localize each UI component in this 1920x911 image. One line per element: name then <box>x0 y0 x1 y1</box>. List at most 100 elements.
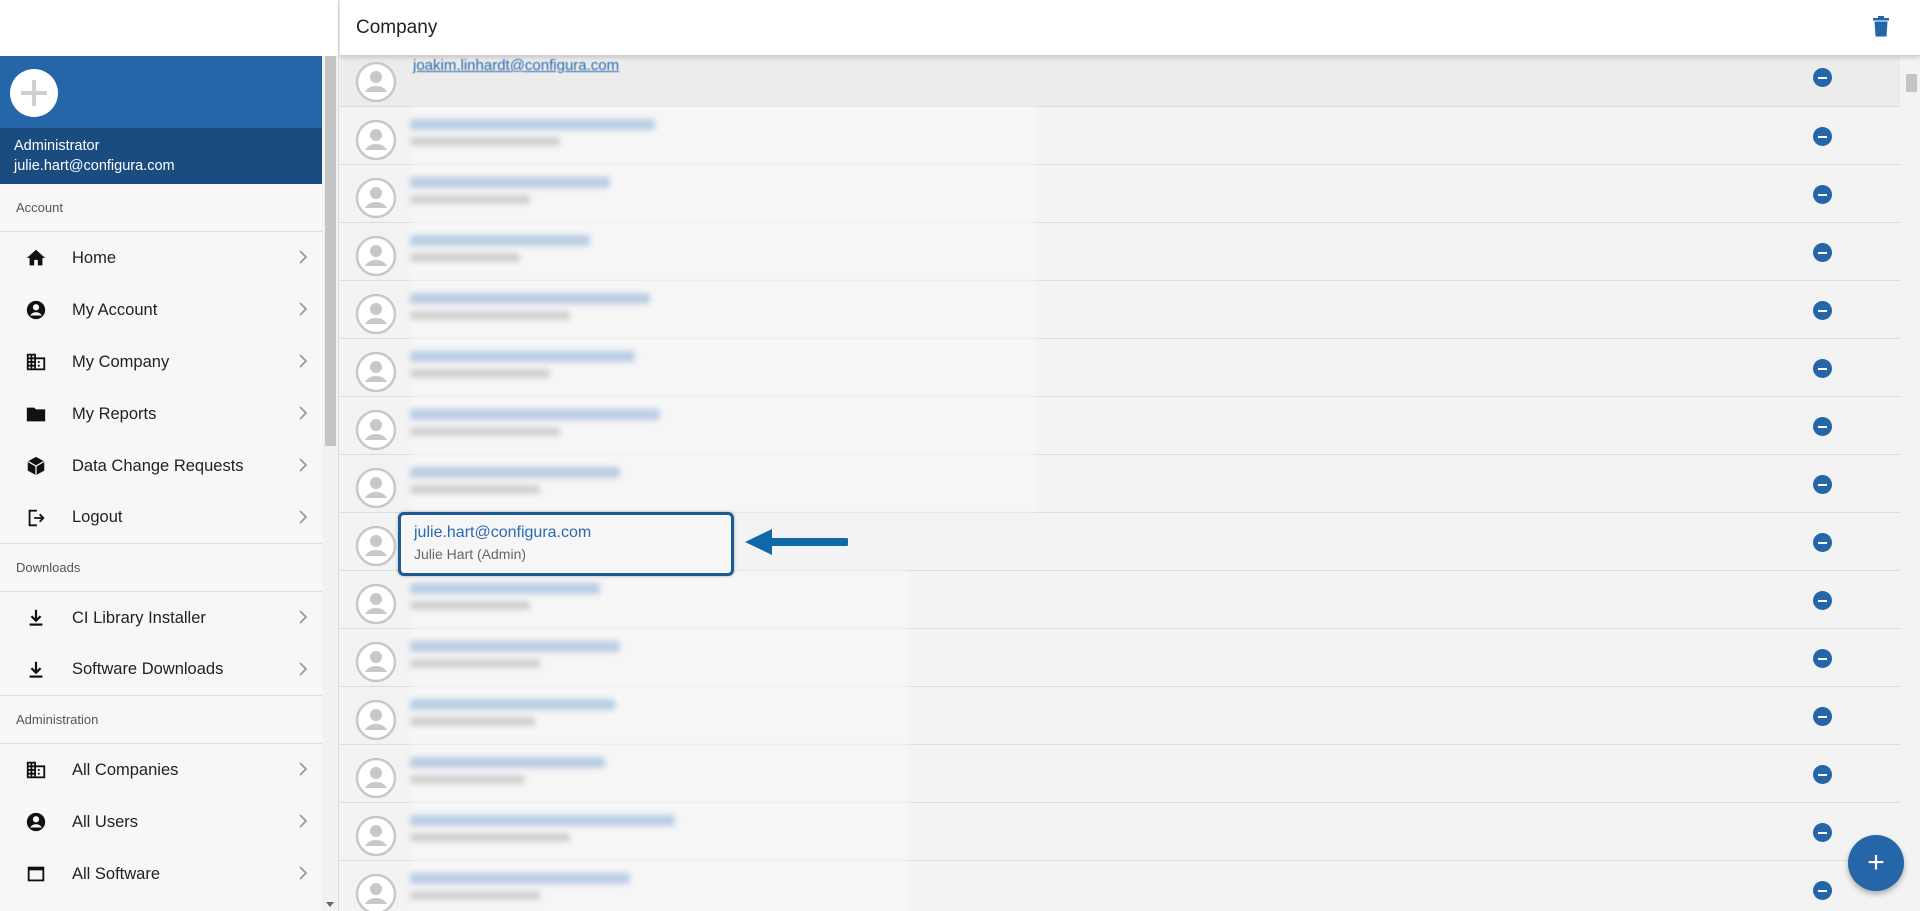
building-icon <box>24 350 48 374</box>
chevron-right-icon <box>299 354 308 368</box>
sidebar-item-my-company[interactable]: My Company <box>0 336 322 388</box>
avatar-icon <box>355 351 397 393</box>
folder-icon <box>24 402 48 426</box>
list-item[interactable] <box>340 571 1900 629</box>
section-label-administration: Administration <box>0 696 322 744</box>
redacted-user-info <box>410 815 675 842</box>
remove-user-button[interactable] <box>1813 301 1832 320</box>
remove-user-button[interactable] <box>1813 533 1832 552</box>
remove-user-button[interactable] <box>1813 765 1832 784</box>
list-item[interactable] <box>340 165 1900 223</box>
redacted-user-info <box>410 235 590 262</box>
list-item[interactable] <box>340 687 1900 745</box>
list-item[interactable] <box>340 861 1900 911</box>
redacted-user-info <box>410 641 620 668</box>
remove-user-button[interactable] <box>1813 127 1832 146</box>
sidebar-item-data-change-requests[interactable]: Data Change Requests <box>0 440 322 492</box>
avatar-icon <box>355 525 397 567</box>
sidebar-item-home[interactable]: Home <box>0 232 322 284</box>
list-item[interactable] <box>340 803 1900 861</box>
list-item[interactable] <box>340 629 1900 687</box>
download-icon <box>24 658 48 682</box>
redacted-user-info <box>410 293 650 320</box>
add-user-fab[interactable]: + <box>1848 835 1904 891</box>
user-email: julie.hart@configura.com <box>14 158 175 174</box>
sidebar-item-my-reports[interactable]: My Reports <box>0 388 322 440</box>
avatar-icon <box>355 641 397 683</box>
list-item[interactable] <box>340 107 1900 165</box>
avatar-icon <box>355 815 397 857</box>
remove-user-button[interactable] <box>1813 359 1832 378</box>
list-item[interactable] <box>340 281 1900 339</box>
user-list: joakim.linhardt@configura.com <box>340 56 1900 911</box>
sidebar-item-label: All Users <box>72 812 139 831</box>
sidebar-item-logout[interactable]: Logout <box>0 492 322 544</box>
list-item[interactable] <box>340 455 1900 513</box>
chevron-right-icon <box>299 510 308 524</box>
remove-user-button[interactable] <box>1813 823 1832 842</box>
sidebar-top <box>0 0 338 56</box>
avatar-icon <box>355 757 397 799</box>
building-icon <box>24 758 48 782</box>
user-email-link[interactable]: joakim.linhardt@configura.com <box>413 57 619 74</box>
sidebar-item-label: CI Library Installer <box>72 608 206 627</box>
remove-user-button[interactable] <box>1813 881 1832 900</box>
highlighted-user-card[interactable]: julie.hart@configura.com Julie Hart (Adm… <box>398 512 734 576</box>
add-avatar-button[interactable] <box>10 69 58 117</box>
chevron-right-icon <box>299 458 308 472</box>
redacted-user-info <box>410 351 635 378</box>
remove-user-button[interactable] <box>1813 417 1832 436</box>
chevron-right-icon <box>299 406 308 420</box>
remove-user-button[interactable] <box>1813 243 1832 262</box>
avatar-icon <box>355 873 397 911</box>
list-scrollbar[interactable] <box>1900 56 1920 911</box>
sidebar-item-software-downloads[interactable]: Software Downloads <box>0 644 322 696</box>
remove-user-button[interactable] <box>1813 649 1832 668</box>
sidebar-item-label: All Software <box>72 864 161 883</box>
user-display-name: Julie Hart (Admin) <box>414 546 527 562</box>
sidebar-item-label: Home <box>72 248 117 267</box>
sidebar-scrollbar-thumb[interactable] <box>325 56 336 446</box>
sidebar-item-label: Data Change Requests <box>72 456 244 475</box>
chevron-right-icon <box>299 762 308 776</box>
redacted-user-info <box>410 177 610 204</box>
sidebar-item-label: My Company <box>72 352 170 371</box>
avatar-icon <box>355 235 397 277</box>
account-circle-icon <box>24 298 48 322</box>
section-label-downloads: Downloads <box>0 544 322 592</box>
sidebar-item-ci-library-installer[interactable]: CI Library Installer <box>0 592 322 644</box>
remove-user-button[interactable] <box>1813 707 1832 726</box>
page-title: Company <box>356 17 438 38</box>
sidebar-menu: Account Home My Account My Company My Re… <box>0 184 322 900</box>
remove-user-button[interactable] <box>1813 185 1832 204</box>
trash-icon[interactable] <box>1872 16 1890 38</box>
plus-icon <box>21 80 47 106</box>
sidebar-item-label: Logout <box>72 508 123 526</box>
remove-user-button[interactable] <box>1813 475 1832 494</box>
list-item[interactable] <box>340 745 1900 803</box>
avatar-icon <box>355 699 397 741</box>
chevron-right-icon <box>299 814 308 828</box>
sidebar-item-label: My Account <box>72 300 158 319</box>
list-item[interactable] <box>340 339 1900 397</box>
list-item[interactable] <box>340 223 1900 281</box>
sidebar-item-my-account[interactable]: My Account <box>0 284 322 336</box>
sidebar-item-all-software[interactable]: All Software <box>0 848 322 900</box>
sidebar-scrollbar[interactable] <box>322 56 338 911</box>
sidebar-item-all-users[interactable]: All Users <box>0 796 322 848</box>
remove-user-button[interactable] <box>1813 591 1832 610</box>
list-item[interactable] <box>340 397 1900 455</box>
list-item[interactable]: joakim.linhardt@configura.com <box>340 56 1900 107</box>
list-scrollbar-thumb[interactable] <box>1906 74 1917 92</box>
redacted-user-info <box>410 409 660 436</box>
redacted-user-info <box>410 583 600 610</box>
scroll-down-arrow-icon[interactable] <box>326 902 334 907</box>
remove-user-button[interactable] <box>1813 68 1832 87</box>
sidebar-item-all-companies[interactable]: All Companies <box>0 744 322 796</box>
sidebar: Administrator julie.hart@configura.com A… <box>0 0 339 911</box>
pointer-arrow-icon <box>745 529 848 555</box>
logout-icon <box>24 506 48 530</box>
user-email-link[interactable]: julie.hart@configura.com <box>414 524 591 542</box>
profile-info: Administrator julie.hart@configura.com <box>0 128 322 184</box>
sidebar-item-label: My Reports <box>72 404 157 423</box>
